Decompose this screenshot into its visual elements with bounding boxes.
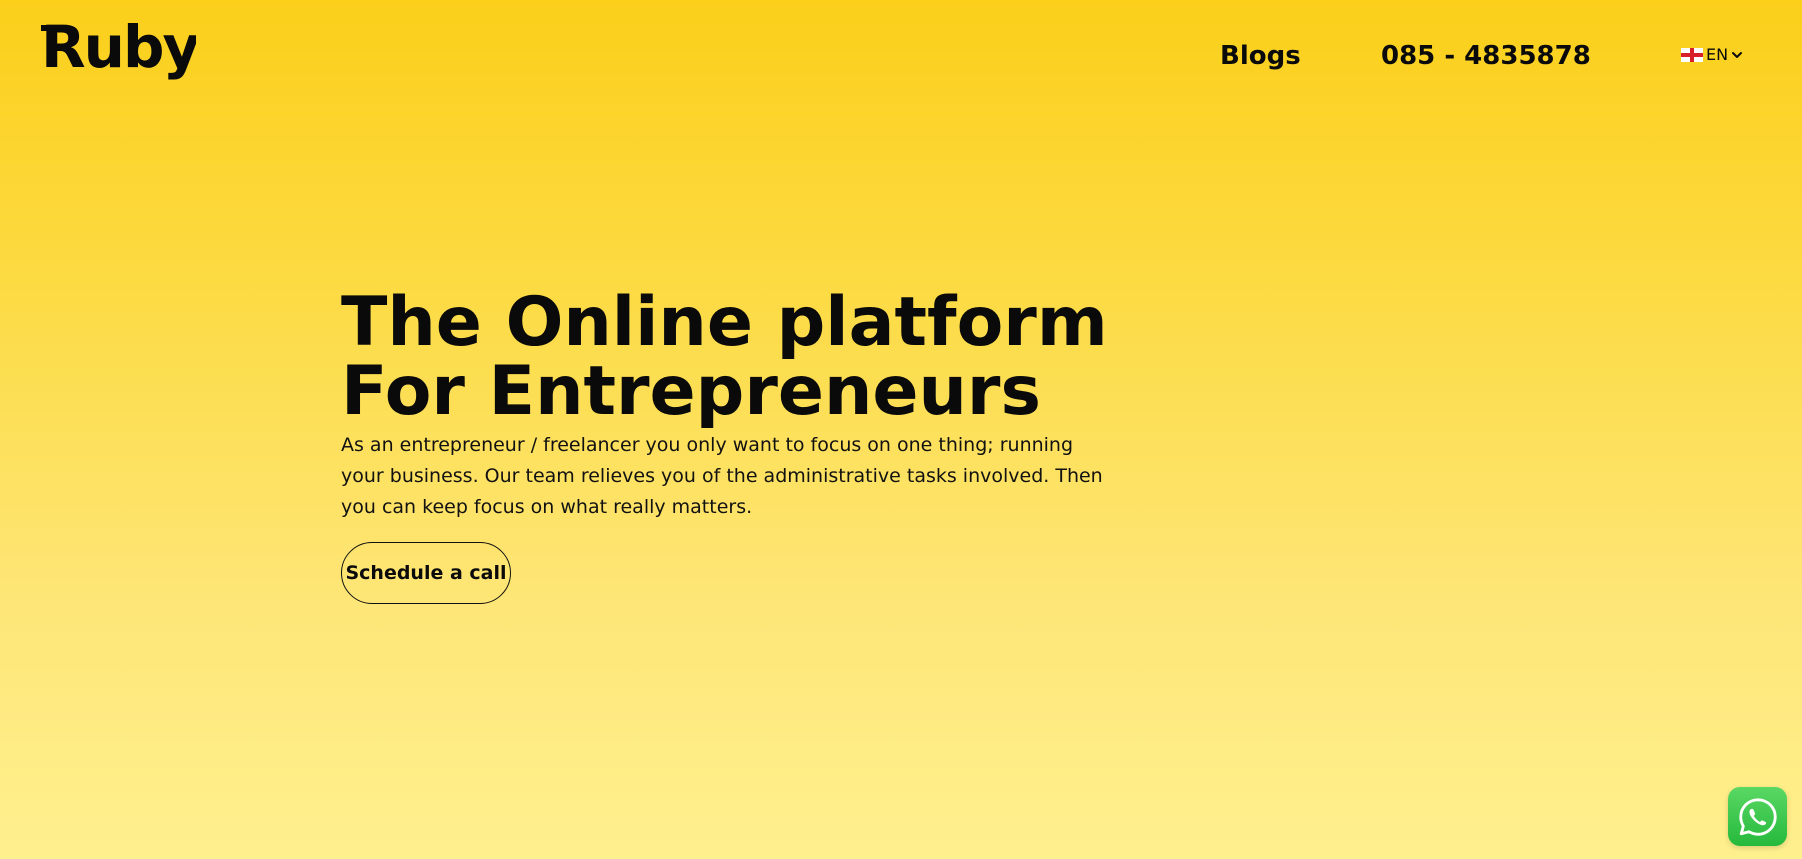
nav-blogs-link[interactable]: Blogs: [1220, 38, 1301, 74]
ruby-logo: Ruby: [41, 15, 196, 81]
hero-title-line-2: For Entrepreneurs: [341, 352, 1041, 431]
chevron-down-icon: [1732, 52, 1743, 58]
language-selector[interactable]: EN: [1681, 43, 1743, 67]
schedule-call-button[interactable]: Schedule a call: [341, 542, 511, 604]
hero-content: The Online platform For Entrepreneurs As…: [341, 288, 1121, 523]
whatsapp-button[interactable]: [1728, 787, 1787, 846]
language-label: EN: [1706, 45, 1729, 64]
hero-description: As an entrepreneur / freelancer you only…: [341, 434, 1103, 518]
hero-title: The Online platform For Entrepreneurs: [341, 288, 1121, 426]
nav-phone-link[interactable]: 085 - 4835878: [1381, 38, 1591, 74]
whatsapp-icon: [1738, 797, 1777, 836]
england-flag-icon: [1681, 48, 1703, 62]
svg-text:Ruby: Ruby: [41, 15, 196, 81]
hero-title-line-1: The Online platform: [341, 283, 1108, 362]
site-header: Ruby Blogs 085 - 4835878 EN: [0, 0, 1802, 110]
